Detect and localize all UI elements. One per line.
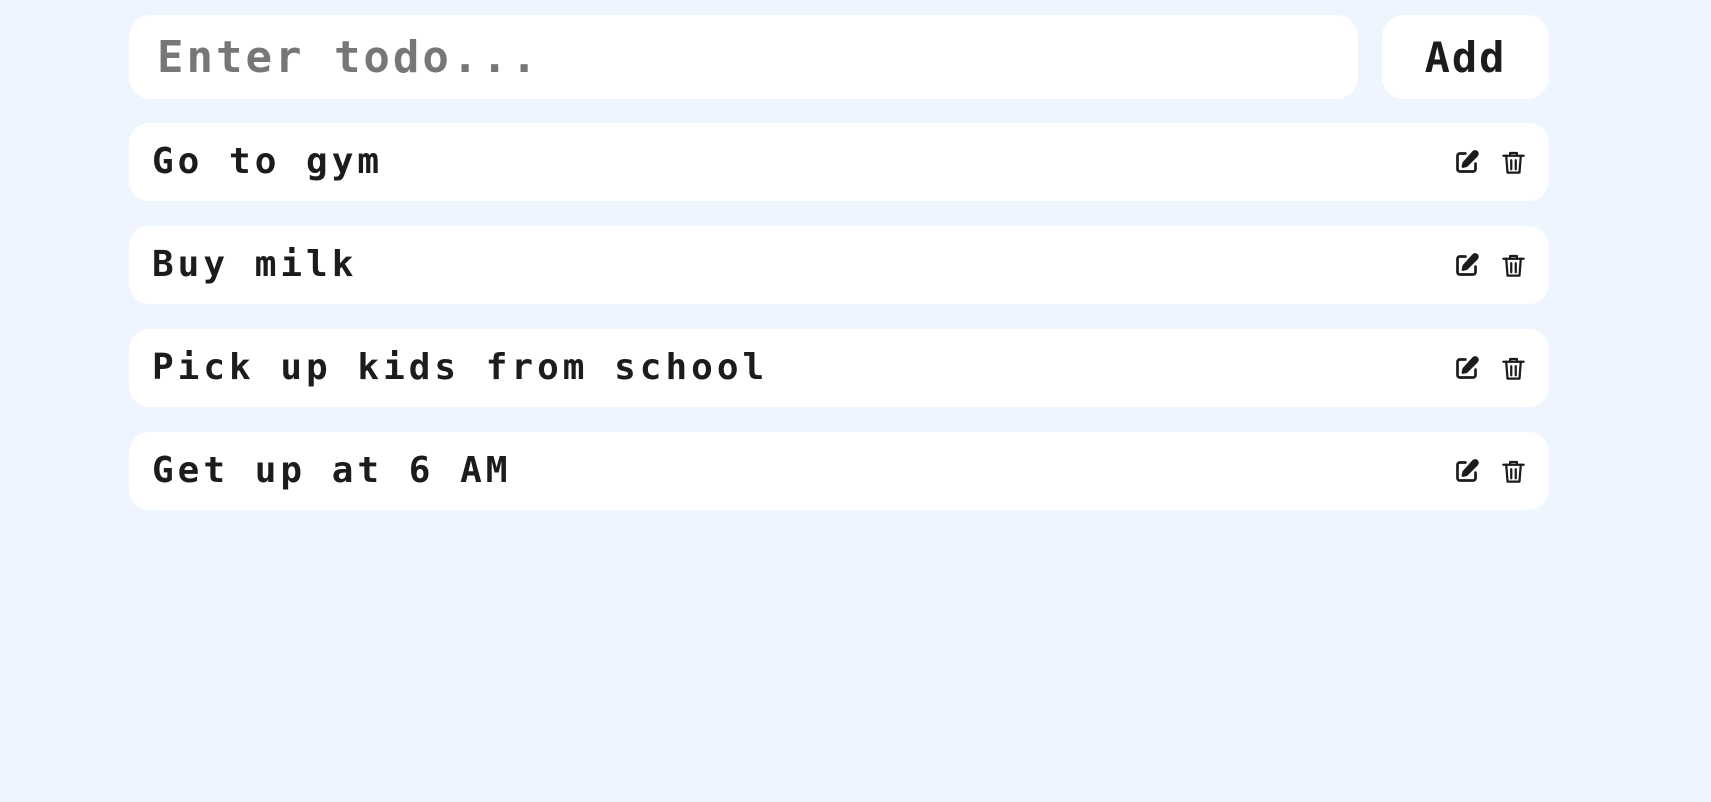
- todo-actions: [1453, 123, 1527, 201]
- todo-text: Buy milk: [152, 244, 358, 285]
- add-button[interactable]: Add: [1382, 15, 1549, 99]
- todo-text: Go to gym: [152, 141, 384, 182]
- todo-list: Go to gym Buy milk Pick up kids from sch…: [129, 123, 1549, 535]
- edit-icon[interactable]: [1453, 458, 1480, 485]
- todo-item: Buy milk: [129, 226, 1549, 304]
- edit-icon[interactable]: [1453, 355, 1480, 382]
- trash-icon[interactable]: [1500, 149, 1527, 176]
- input-row: Add: [129, 15, 1549, 99]
- todo-actions: [1453, 432, 1527, 510]
- edit-icon[interactable]: [1453, 252, 1480, 279]
- todo-actions: [1453, 226, 1527, 304]
- todo-input[interactable]: [129, 15, 1358, 99]
- todo-text: Pick up kids from school: [152, 347, 769, 388]
- todo-item: Go to gym: [129, 123, 1549, 201]
- todo-app: Add Go to gym: [0, 0, 1711, 802]
- trash-icon[interactable]: [1500, 458, 1527, 485]
- todo-actions: [1453, 329, 1527, 407]
- trash-icon[interactable]: [1500, 252, 1527, 279]
- todo-text: Get up at 6 AM: [152, 450, 512, 491]
- trash-icon[interactable]: [1500, 355, 1527, 382]
- edit-icon[interactable]: [1453, 149, 1480, 176]
- todo-item: Pick up kids from school: [129, 329, 1549, 407]
- todo-item: Get up at 6 AM: [129, 432, 1549, 510]
